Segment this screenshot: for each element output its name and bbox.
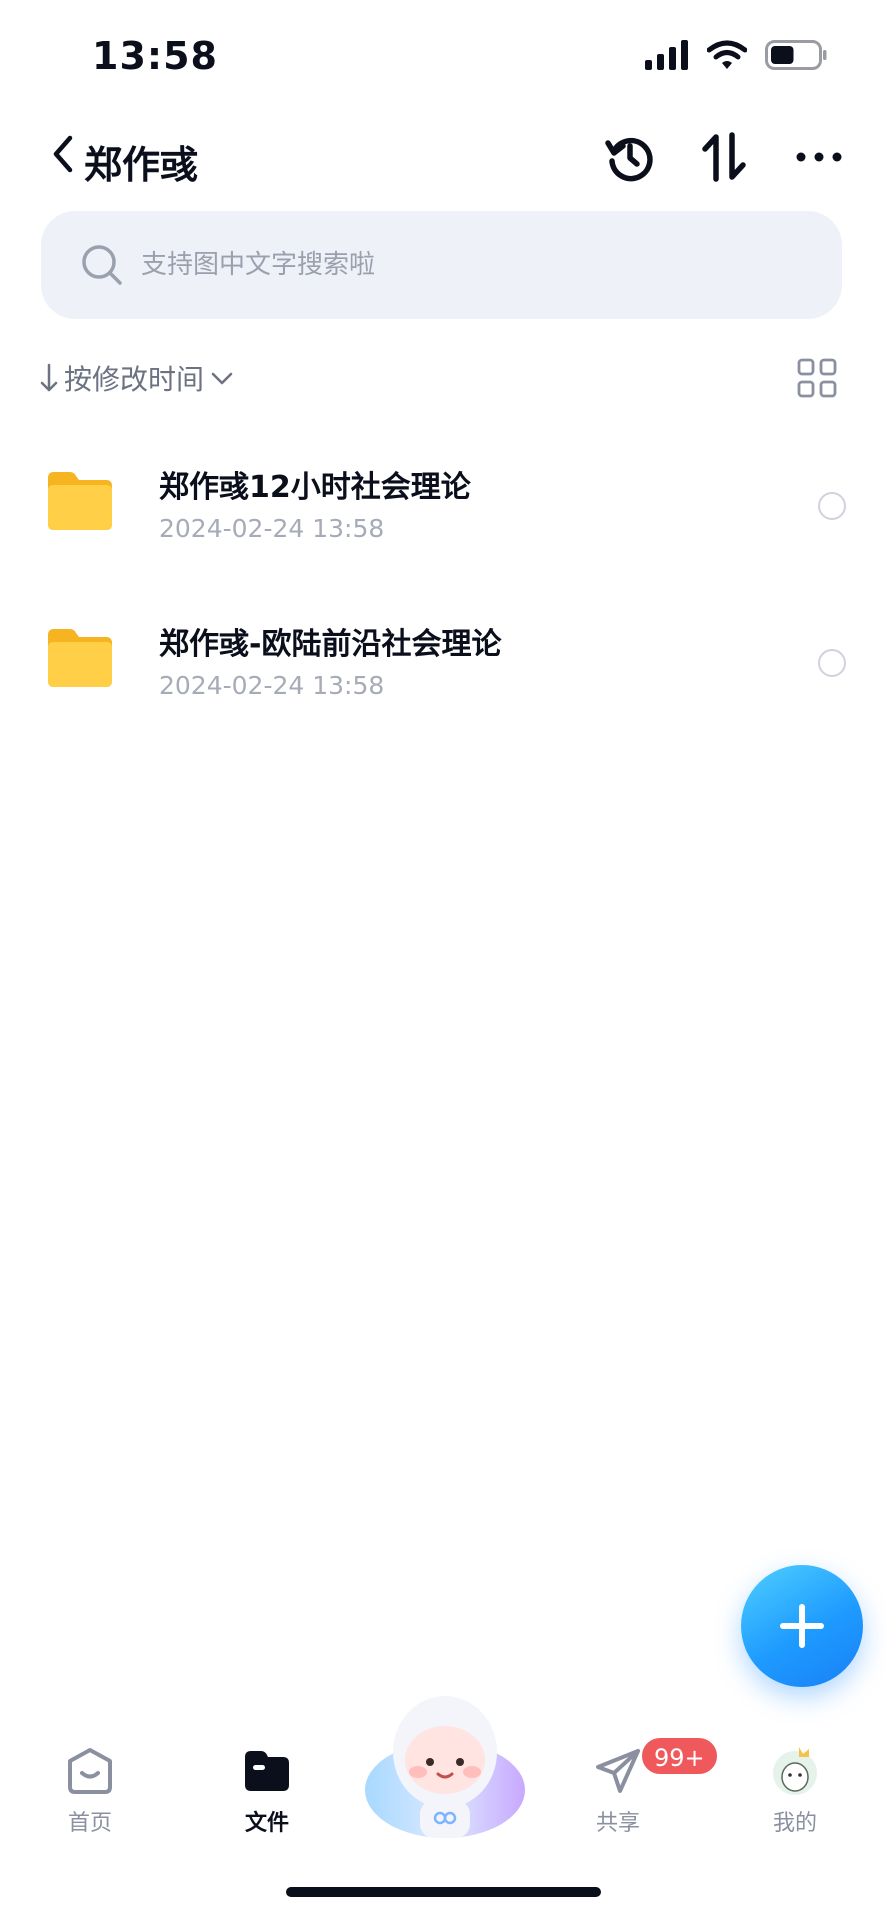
file-name: 郑作彧-欧陆前沿社会理论: [159, 627, 502, 662]
sort-arrows-icon: [702, 132, 746, 182]
list-item[interactable]: 郑作彧12小时社会理论 2024-02-24 13:58: [0, 454, 887, 594]
plus-icon: [780, 1604, 824, 1648]
history-button[interactable]: [603, 130, 657, 184]
send-icon: [596, 1749, 640, 1793]
sort-toggle-button[interactable]: [697, 130, 751, 184]
list-item[interactable]: 郑作彧-欧陆前沿社会理论 2024-02-24 13:58: [0, 611, 887, 751]
search-bar[interactable]: [41, 211, 842, 319]
tab-home[interactable]: 首页: [40, 1745, 140, 1837]
tab-me-label: 我的: [772, 1811, 817, 1836]
history-icon: [605, 137, 653, 182]
assistant-mascot-icon[interactable]: [362, 1690, 528, 1842]
add-button[interactable]: [741, 1565, 863, 1687]
folder-icon: [48, 629, 112, 687]
tab-share-label: 共享: [595, 1811, 640, 1836]
status-time: 13:58: [92, 34, 218, 78]
battery-icon: [765, 40, 827, 70]
wifi-icon: [707, 40, 747, 69]
file-date: 2024-02-24 13:58: [159, 671, 385, 700]
tab-files-label: 文件: [244, 1811, 289, 1836]
page-title: 郑作彧: [84, 143, 199, 187]
notification-badge: 99+: [640, 1736, 719, 1776]
folder-icon: [48, 472, 112, 530]
arrow-down-icon: [40, 363, 58, 392]
sort-label: 按修改时间: [64, 363, 205, 396]
select-radio[interactable]: [818, 492, 846, 520]
cellular-signal-icon: [645, 40, 688, 70]
back-arrow-icon[interactable]: [48, 132, 78, 176]
search-input[interactable]: [141, 250, 761, 280]
search-icon: [82, 245, 122, 285]
tab-home-label: 首页: [67, 1811, 112, 1836]
avatar: [773, 1747, 817, 1795]
tab-files[interactable]: 文件: [217, 1745, 317, 1837]
more-dots-icon: [796, 152, 842, 162]
chevron-down-icon: [211, 372, 233, 385]
sort-dropdown[interactable]: 按修改时间: [40, 358, 234, 398]
grid-view-icon[interactable]: [797, 358, 837, 398]
home-icon: [68, 1748, 112, 1794]
screen: 13:58 郑作彧 支持图中文字搜索啦 按修改时间 郑作彧12小时社会理论 20…: [0, 0, 887, 1920]
folder-filled-icon: [245, 1751, 289, 1791]
tab-me[interactable]: 我的: [745, 1745, 845, 1837]
home-indicator: [286, 1887, 601, 1897]
select-radio[interactable]: [818, 649, 846, 677]
file-date: 2024-02-24 13:58: [159, 514, 385, 543]
status-icons: [645, 40, 827, 70]
file-name: 郑作彧12小时社会理论: [159, 470, 471, 505]
more-button[interactable]: [792, 130, 846, 184]
